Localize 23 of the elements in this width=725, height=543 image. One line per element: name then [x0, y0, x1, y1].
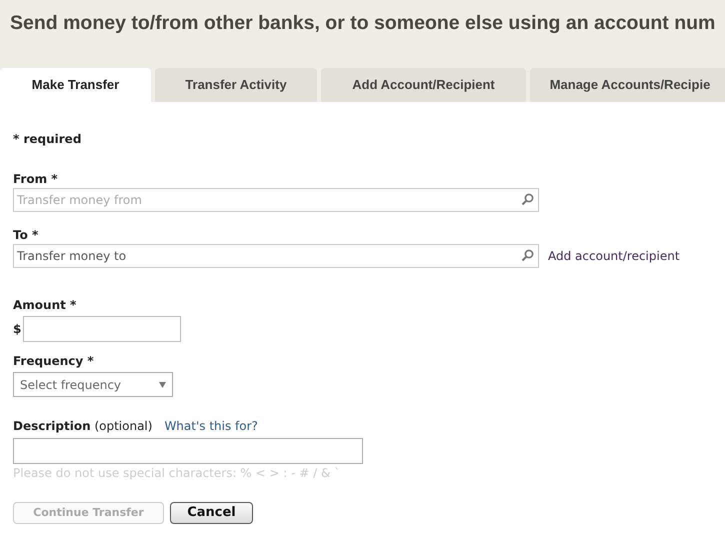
tab[interactable]: Transfer Activity: [155, 68, 317, 102]
tab[interactable]: Add Account/Recipient: [321, 68, 526, 102]
currency-symbol: $: [13, 321, 22, 338]
field-label: To *: [13, 228, 40, 242]
field-label: Description (optional): [13, 419, 152, 433]
description-field[interactable]: [13, 438, 363, 464]
tab[interactable]: Manage Accounts/Recipie: [530, 68, 725, 102]
dropdown-arrow-icon: [159, 382, 166, 388]
page-title: Send money to/from other banks, or to someone else using an account num: [9, 11, 716, 36]
input-field[interactable]: Transfer money from: [13, 188, 539, 212]
required-note: * required: [13, 132, 82, 146]
field-label: Amount *: [13, 298, 78, 312]
input-field[interactable]: Transfer money to: [13, 244, 539, 268]
field-label: Frequency *: [13, 354, 95, 368]
cancel-button[interactable]: Cancel: [170, 502, 253, 524]
add-recipient-link[interactable]: Add account/recipient: [548, 247, 680, 265]
frequency-dropdown[interactable]: Select frequency: [13, 372, 173, 397]
help-link[interactable]: What's this for?: [164, 419, 258, 433]
field-label: From *: [13, 172, 59, 186]
search-icon: [521, 193, 534, 206]
search-icon: [521, 249, 534, 262]
tab[interactable]: Make Transfer: [0, 68, 151, 102]
amount-field[interactable]: [23, 316, 182, 342]
